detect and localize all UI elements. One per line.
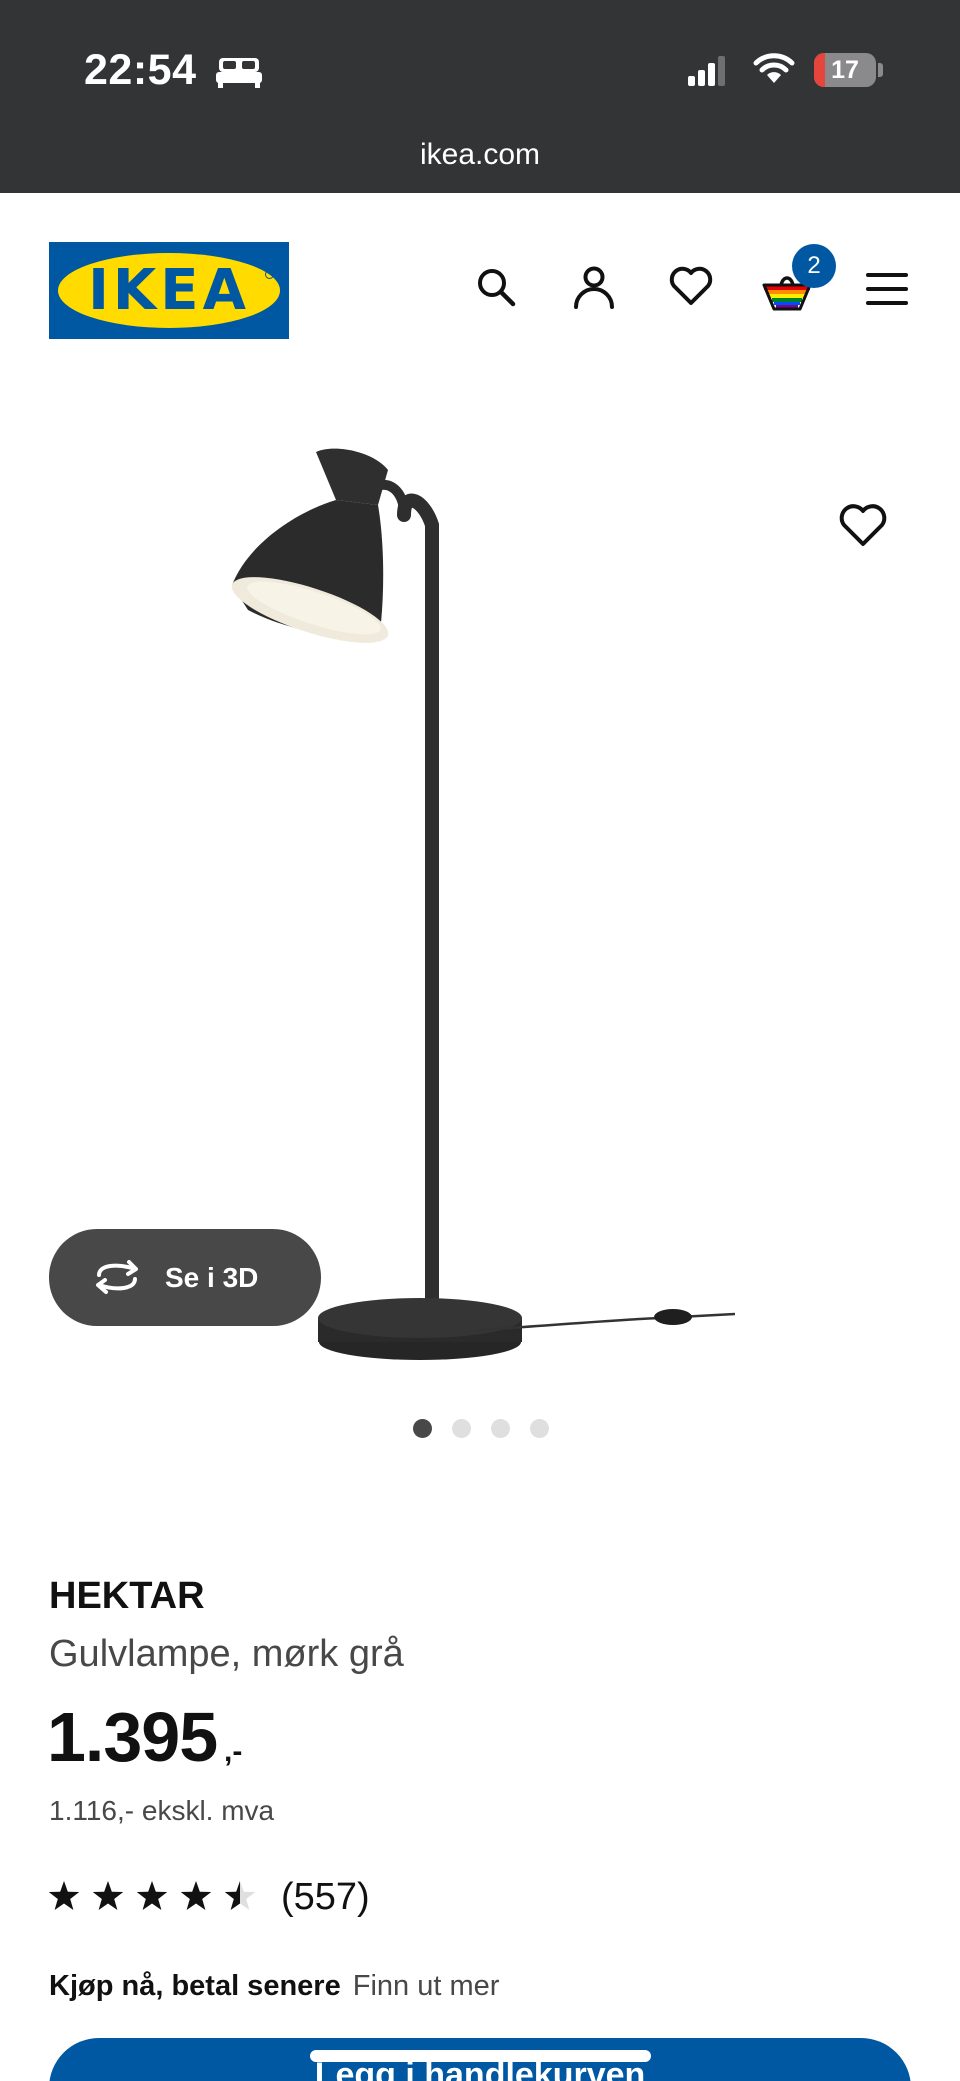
gallery-pagination: [0, 1419, 960, 1439]
logo-text: IKEA: [88, 258, 250, 323]
product-name: HEKTAR: [49, 1575, 205, 1617]
user-icon[interactable]: [572, 265, 616, 311]
battery-tip: [878, 63, 883, 77]
status-time: 22:54: [84, 46, 197, 94]
battery-level: 17: [831, 56, 859, 84]
buy-now-pay-later: Kjøp nå, betal senere Finn ut mer: [49, 1970, 499, 2003]
ikea-logo[interactable]: IKEA: [49, 242, 289, 339]
star-full-icon: [92, 1881, 124, 1910]
view-in-3d-button[interactable]: Se i 3D: [49, 1229, 321, 1326]
menu-icon[interactable]: [866, 272, 908, 306]
star-full-icon: [180, 1881, 212, 1910]
rotate-3d-icon: [96, 1260, 138, 1294]
bnpl-label: Kjøp nå, betal senere: [49, 1970, 341, 2002]
cart-count-badge: 2: [792, 244, 836, 288]
registered-mark: [265, 270, 274, 279]
star-full-icon: [48, 1881, 80, 1910]
search-icon[interactable]: [474, 265, 518, 309]
address-bar-url[interactable]: ikea.com: [0, 138, 960, 172]
gallery-dot[interactable]: [491, 1419, 510, 1438]
status-bar: 22:54 17 ikea.com: [0, 0, 960, 193]
rating-stars[interactable]: [48, 1880, 258, 1914]
price-suffix: ,-: [224, 1735, 243, 1768]
view-in-3d-label: Se i 3D: [165, 1262, 259, 1293]
star-half-icon: [224, 1881, 256, 1910]
signal-icon: [688, 56, 725, 86]
review-count[interactable]: (557): [281, 1876, 370, 1919]
battery-indicator: 17: [814, 53, 876, 87]
heart-icon[interactable]: [668, 265, 714, 307]
gallery-dot[interactable]: [413, 1419, 432, 1438]
home-indicator[interactable]: [310, 2050, 651, 2062]
wifi-icon: [753, 53, 795, 83]
product-description: Gulvlampe, mørk grå: [49, 1633, 404, 1675]
favorite-heart-icon[interactable]: [838, 503, 888, 549]
gallery-dot[interactable]: [452, 1419, 471, 1438]
price-excl-vat: 1.116,- ekskl. mva: [49, 1795, 275, 1826]
bnpl-learn-more-link[interactable]: Finn ut mer: [353, 1970, 500, 2002]
product-price: 1.395: [47, 1698, 218, 1776]
bed-icon: [216, 58, 262, 88]
star-full-icon: [136, 1881, 168, 1910]
gallery-dot[interactable]: [530, 1419, 549, 1438]
